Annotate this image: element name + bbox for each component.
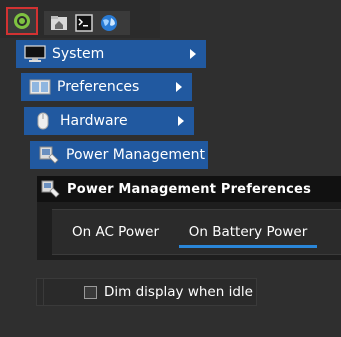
submenu-arrow-icon [176, 82, 182, 92]
top-panel [0, 0, 160, 38]
tab-label: On AC Power [71, 224, 159, 240]
row-handle [37, 279, 44, 305]
submenu-arrow-icon [190, 49, 196, 59]
menu-item-power-management[interactable]: Power Management [30, 141, 208, 169]
power-management-dialog: Power Management Preferences On AC Power… [37, 176, 341, 260]
dim-display-checkbox[interactable] [84, 285, 97, 299]
terminal-icon[interactable] [75, 14, 93, 32]
submenu-arrow-icon [178, 116, 184, 126]
tab-on-ac-power[interactable]: On AC Power [52, 210, 179, 254]
power-management-icon [39, 146, 59, 164]
dialog-titlebar[interactable]: Power Management Preferences [37, 176, 341, 202]
menu-item-label: System [52, 46, 105, 62]
tab-label: On Battery Power [188, 224, 308, 240]
mouse-icon [37, 112, 49, 130]
menu-item-system[interactable]: System [16, 40, 206, 68]
web-browser-icon[interactable] [100, 14, 118, 32]
tab-on-battery-power[interactable]: On Battery Power [179, 210, 317, 254]
menu-item-hardware[interactable]: Hardware [24, 107, 194, 135]
preferences-icon [29, 79, 51, 95]
dim-display-option[interactable]: Dim display when idle [36, 278, 257, 306]
launcher-tray [44, 11, 130, 35]
start-menu-button[interactable] [6, 7, 38, 35]
menu-item-label: Hardware [60, 113, 128, 129]
monitor-icon [24, 45, 46, 62]
menu-item-label: Preferences [57, 79, 140, 95]
power-management-icon [41, 180, 60, 198]
menu-item-preferences[interactable]: Preferences [21, 73, 192, 101]
menu-item-label: Power Management [66, 147, 206, 163]
start-menu-icon [14, 13, 30, 29]
dim-display-label: Dim display when idle [104, 284, 253, 300]
tab-bar: On AC Power On Battery Power [52, 209, 341, 255]
dialog-title: Power Management Preferences [67, 181, 312, 197]
home-folder-icon[interactable] [50, 14, 68, 32]
